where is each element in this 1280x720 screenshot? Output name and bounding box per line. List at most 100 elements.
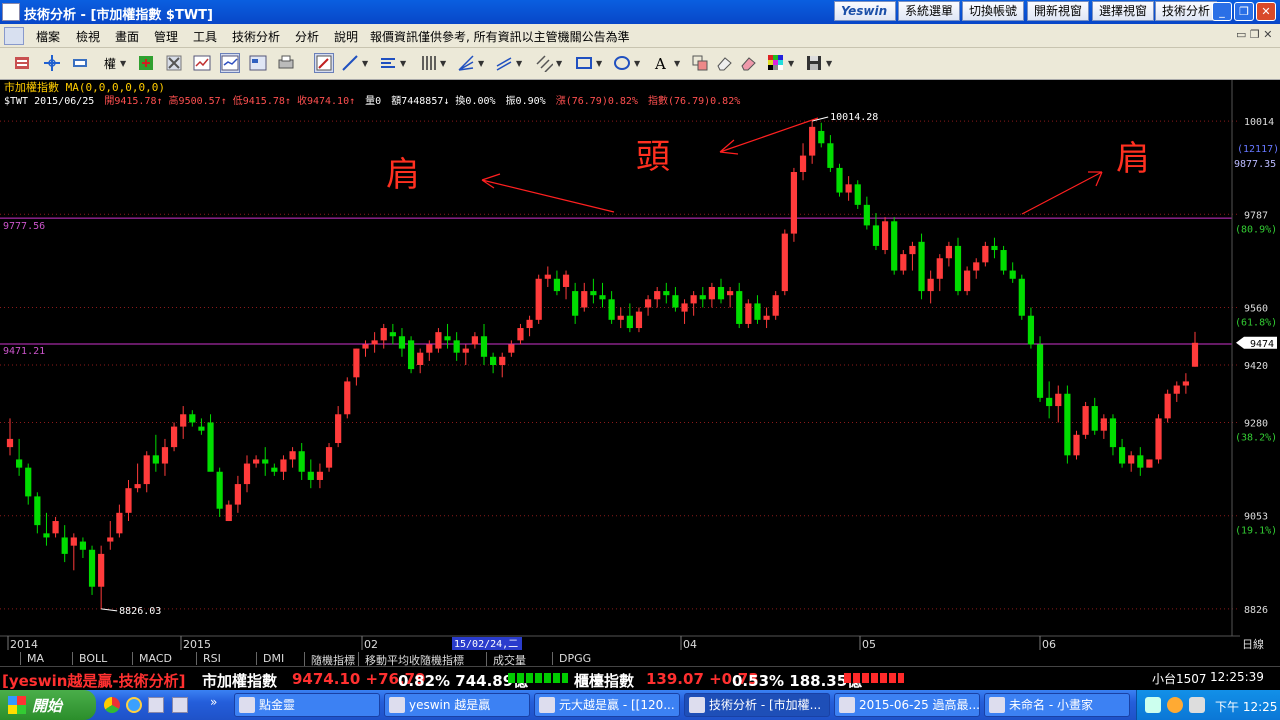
- candle: [909, 241, 916, 271]
- vertical-lines-dropdown-icon[interactable]: ▼: [440, 59, 446, 68]
- task-item[interactable]: yeswin 越是贏: [384, 693, 530, 717]
- ellipse-icon[interactable]: [612, 53, 632, 73]
- rectangle-dropdown-icon[interactable]: ▼: [596, 59, 602, 68]
- weight-selector[interactable]: 權: [104, 55, 116, 72]
- info-index-change: 指數(76.79)0.82%: [648, 94, 740, 107]
- tab-boll[interactable]: BOLL: [72, 652, 134, 665]
- scroll-icon[interactable]: [70, 53, 90, 73]
- rectangle-icon[interactable]: [574, 53, 594, 73]
- parallel-lines-icon[interactable]: [534, 53, 554, 73]
- tab-macd[interactable]: MACD: [132, 652, 194, 665]
- close-icon[interactable]: ✕: [1256, 2, 1276, 21]
- tray-volume-icon[interactable]: [1189, 697, 1205, 713]
- candle-body: [572, 291, 579, 316]
- ellipse-dropdown-icon[interactable]: ▼: [634, 59, 640, 68]
- add-indicator-icon[interactable]: [136, 53, 156, 73]
- quicklaunch-app-icon[interactable]: [148, 697, 164, 713]
- text-tool-icon[interactable]: A: [652, 53, 672, 73]
- parallel-lines-dropdown-icon[interactable]: ▼: [556, 59, 562, 68]
- candle-body: [316, 471, 324, 480]
- minimize-icon[interactable]: _: [1212, 2, 1232, 21]
- candle: [535, 274, 542, 324]
- horizontal-line-icon[interactable]: [378, 53, 398, 73]
- top-price-label: 9877.35: [1234, 159, 1276, 170]
- tray-network-icon[interactable]: [1145, 697, 1161, 713]
- task-item[interactable]: 技術分析 - [市加權...: [684, 693, 830, 717]
- mdi-controls-icon[interactable]: ▭ ❐ ✕: [1236, 28, 1272, 41]
- system-menu-button[interactable]: 系統選單: [898, 1, 961, 21]
- window-layout-icon[interactable]: [248, 53, 268, 73]
- candle: [52, 516, 59, 538]
- menu-help[interactable]: 說明: [334, 28, 358, 45]
- horizontal-line-dropdown-icon[interactable]: ▼: [400, 59, 406, 68]
- chart-settings-icon[interactable]: [12, 53, 32, 73]
- menu-file[interactable]: 檔案: [36, 28, 60, 45]
- remove-indicator-icon[interactable]: [164, 53, 184, 73]
- info-symbol-date: $TWT 2015/06/25: [4, 96, 94, 107]
- menu-manage[interactable]: 管理: [154, 28, 178, 45]
- quicklaunch-app2-icon[interactable]: [172, 697, 188, 713]
- last-price-label: 9474: [1250, 339, 1274, 350]
- maximize-icon[interactable]: ❐: [1234, 2, 1254, 21]
- chart-area[interactable]: 9777.56 9471.21 市加權指數 MA(0,0,0,0,0,0) $T…: [0, 80, 1280, 666]
- draw-pointer-icon[interactable]: [314, 53, 334, 73]
- copy-drawing-icon[interactable]: [690, 53, 710, 73]
- color-palette-icon[interactable]: [766, 53, 786, 73]
- color-palette-dropdown-icon[interactable]: ▼: [788, 59, 794, 68]
- start-button[interactable]: 開始: [0, 690, 96, 720]
- channel-icon[interactable]: [494, 53, 514, 73]
- line-chart-icon[interactable]: [192, 53, 212, 73]
- clear-drawing-icon[interactable]: [738, 53, 758, 73]
- tab-ma[interactable]: MA: [20, 652, 78, 665]
- vertical-lines-icon[interactable]: [418, 53, 438, 73]
- tray-app-icon[interactable]: [1167, 697, 1183, 713]
- weight-dropdown-icon[interactable]: ▼: [120, 59, 126, 68]
- text-tool-dropdown-icon[interactable]: ▼: [674, 59, 680, 68]
- chrome-icon[interactable]: [104, 697, 120, 713]
- print-icon[interactable]: [276, 53, 296, 73]
- channel-dropdown-icon[interactable]: ▼: [516, 59, 522, 68]
- tab-rsi[interactable]: RSI: [196, 652, 258, 665]
- tab-dpgg[interactable]: DPGG: [552, 652, 602, 665]
- menu-analysis[interactable]: 分析: [295, 28, 319, 45]
- candle: [672, 286, 679, 312]
- task-item[interactable]: 元大越是贏 - [[120...: [534, 693, 680, 717]
- task-item[interactable]: 點金靈: [234, 693, 380, 717]
- menu-view[interactable]: 檢視: [76, 28, 100, 45]
- crosshair-icon[interactable]: [42, 53, 62, 73]
- new-window-button[interactable]: 開新視窗: [1027, 1, 1090, 21]
- switch-account-button[interactable]: 切換帳號: [962, 1, 1025, 21]
- candle-body: [599, 295, 606, 300]
- price-chart[interactable]: 9777.56 9471.21 市加權指數 MA(0,0,0,0,0,0) $T…: [0, 80, 1280, 666]
- fan-lines-icon[interactable]: [456, 53, 476, 73]
- save-icon[interactable]: [804, 53, 824, 73]
- ticker-brand: [yeswin越是贏-技術分析]: [2, 672, 186, 690]
- candle-body: [553, 278, 561, 292]
- candle-body: [781, 233, 788, 292]
- candle-chart-icon[interactable]: [220, 53, 240, 73]
- candle: [936, 254, 943, 292]
- save-dropdown-icon[interactable]: ▼: [826, 59, 832, 68]
- ie-icon[interactable]: [126, 697, 142, 713]
- trend-line-icon[interactable]: [340, 53, 360, 73]
- tech-analysis-button[interactable]: 技術分析: [1155, 1, 1218, 21]
- menu-tools[interactable]: 工具: [193, 28, 217, 45]
- candle-body: [863, 204, 870, 226]
- candle: [781, 229, 788, 296]
- trend-line-dropdown-icon[interactable]: ▼: [362, 59, 368, 68]
- tab-dmi[interactable]: DMI: [256, 652, 306, 665]
- yeswin-button[interactable]: Yeswin: [834, 1, 896, 21]
- eraser-icon[interactable]: [714, 53, 734, 73]
- fan-lines-dropdown-icon[interactable]: ▼: [478, 59, 484, 68]
- menu-screen[interactable]: 畫面: [115, 28, 139, 45]
- task-item[interactable]: 未命名 - 小畫家: [984, 693, 1130, 717]
- task-item[interactable]: 2015-06-25 過高最...: [834, 693, 980, 717]
- menu-tech-analysis[interactable]: 技術分析: [232, 28, 280, 45]
- select-window-button[interactable]: 選擇視窗: [1092, 1, 1155, 21]
- candle: [954, 237, 962, 296]
- more-chevron-icon[interactable]: »: [210, 695, 217, 709]
- candle-body: [964, 270, 971, 292]
- right-shoulder-arrow: [1021, 171, 1103, 215]
- candle-body: [1146, 459, 1153, 468]
- candle: [799, 143, 807, 181]
